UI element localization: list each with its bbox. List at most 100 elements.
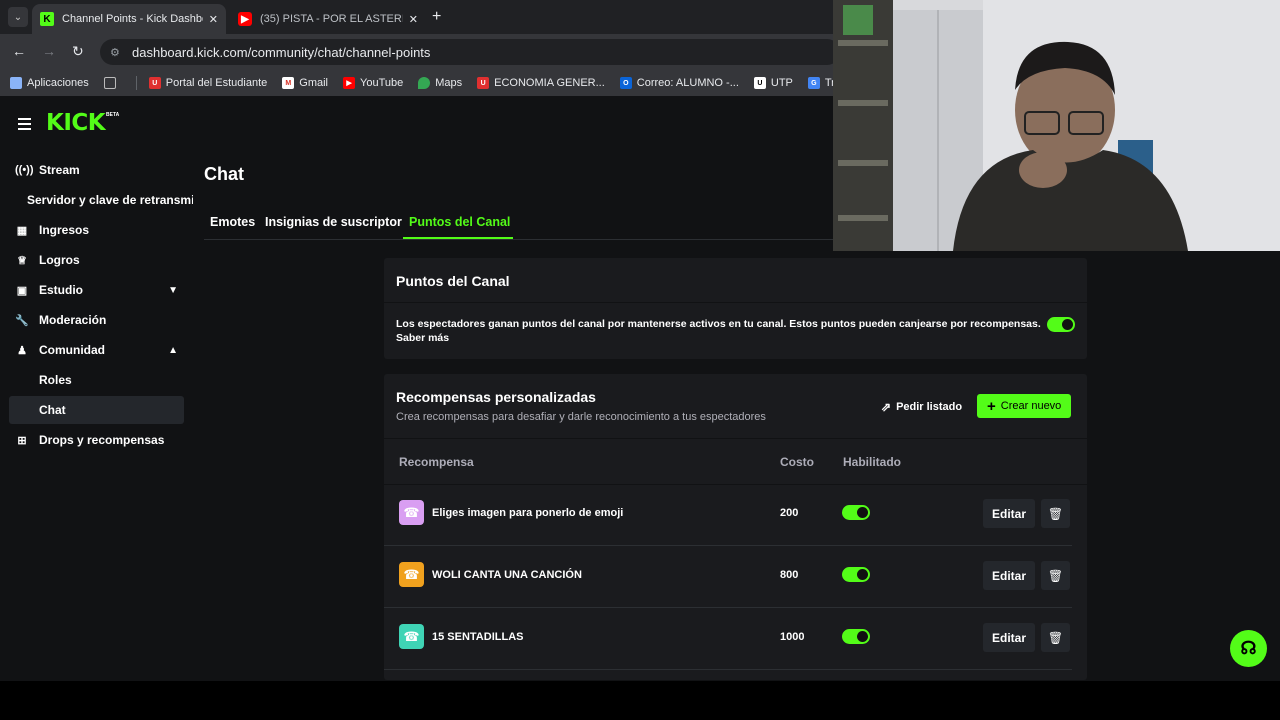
- bottom-black-bar: [0, 681, 1280, 720]
- edit-button[interactable]: Editar: [983, 623, 1035, 652]
- edit-button[interactable]: Editar: [983, 561, 1035, 590]
- forward-icon[interactable]: →: [42, 43, 56, 59]
- sidebar-item-ingresos[interactable]: ▦ Ingresos: [9, 216, 184, 244]
- bookmark-label: Aplicaciones: [27, 77, 89, 89]
- community-icon: ♟: [17, 344, 27, 357]
- reward-cost: 200: [780, 507, 799, 519]
- bookmark-label: UTP: [770, 77, 793, 89]
- card-divider: [384, 302, 1087, 303]
- sidebar-item-chat[interactable]: Chat: [9, 396, 184, 424]
- sidebar-item-label: Moderación: [39, 313, 107, 327]
- browser-tab[interactable]: ▶ (35) PISTA - POR EL ASTERISCO ✕: [230, 4, 426, 34]
- table-row: ☎ 15 SENTADILLAS 1000 Editar 🗑: [384, 608, 1087, 670]
- edit-button[interactable]: Editar: [983, 499, 1035, 528]
- utp-icon: U: [753, 77, 766, 89]
- chevron-up-icon[interactable]: ▲: [168, 345, 178, 356]
- youtube-favicon-icon: ▶: [238, 12, 252, 26]
- trophy-icon: ♕: [17, 254, 27, 267]
- bookmark-portal[interactable]: U Portal del Estudiante: [148, 77, 268, 89]
- browser-tab-active[interactable]: K Channel Points - Kick Dashboard ✕: [32, 4, 226, 34]
- tab-title: (35) PISTA - POR EL ASTERISCO: [260, 13, 403, 25]
- bookmark-maps[interactable]: Maps: [418, 77, 462, 89]
- sidebar-item-roles[interactable]: Roles: [9, 366, 184, 394]
- sidebar-item-moderacion[interactable]: 🔧 Moderación: [9, 306, 184, 334]
- grid-icon: [103, 77, 116, 89]
- tab-title: Channel Points - Kick Dashboard: [62, 13, 203, 25]
- wrench-icon: 🔧: [15, 314, 29, 327]
- reward-enabled-toggle[interactable]: [842, 567, 870, 582]
- points-description: Los espectadores ganan puntos del canal …: [396, 317, 1056, 345]
- bookmark-utp[interactable]: U UTP: [753, 77, 793, 89]
- request-list-button[interactable]: ⇗ Pedir listado: [881, 400, 962, 414]
- bookmark-apps[interactable]: Aplicaciones: [10, 77, 89, 89]
- learn-more-link[interactable]: Saber más: [396, 332, 449, 344]
- reload-icon[interactable]: ↻: [72, 43, 84, 60]
- translate-icon: G: [807, 77, 820, 89]
- tab-close-icon[interactable]: ✕: [409, 13, 418, 26]
- channel-points-toggle[interactable]: [1047, 317, 1075, 332]
- tab-search-icon[interactable]: ⌄: [8, 7, 28, 27]
- trash-icon[interactable]: 🗑: [1041, 561, 1070, 590]
- bookmark-label: Correo: ALUMNO -...: [636, 77, 739, 89]
- bookmark-gmail[interactable]: M Gmail: [282, 77, 328, 89]
- bookmark-label: Portal del Estudiante: [165, 77, 268, 89]
- page-tabs: Emotes Insignias de suscriptor Puntos de…: [204, 211, 833, 240]
- active-tab-indicator: [403, 237, 513, 239]
- kick-favicon-icon: K: [40, 12, 54, 26]
- sidebar-item-label: Estudio: [39, 283, 83, 297]
- site-info-icon[interactable]: ⚙: [110, 46, 124, 59]
- bookmark-youtube[interactable]: ▶ YouTube: [343, 77, 403, 89]
- tab-close-icon[interactable]: ✕: [209, 13, 218, 26]
- card-divider: [384, 438, 1087, 439]
- trash-icon[interactable]: 🗑: [1041, 499, 1070, 528]
- row-divider: [384, 669, 1072, 670]
- card-title: Recompensas personalizadas: [396, 389, 596, 405]
- menu-icon[interactable]: [18, 118, 31, 133]
- reward-name: Eliges imagen para ponerlo de emoji: [432, 507, 624, 519]
- back-icon[interactable]: ←: [12, 43, 26, 59]
- tab-insignias[interactable]: Insignias de suscriptor: [265, 215, 402, 229]
- bookmark-economia[interactable]: U ECONOMIA GENER...: [477, 77, 605, 89]
- sidebar-item-label: Logros: [39, 253, 80, 267]
- sidebar-item-stream[interactable]: ((•)) Stream: [9, 156, 184, 184]
- new-tab-icon[interactable]: +: [432, 8, 441, 26]
- webcam-overlay: [833, 0, 1280, 251]
- url-text: dashboard.kick.com/community/chat/channe…: [132, 44, 431, 60]
- sidebar-item-label: Comunidad: [39, 343, 105, 357]
- address-bar[interactable]: ⚙ dashboard.kick.com/community/chat/chan…: [100, 39, 840, 65]
- kick-logo[interactable]: KICK: [46, 110, 106, 136]
- reward-icon: ☎: [399, 500, 424, 525]
- bookmark-label: Maps: [435, 77, 463, 89]
- tab-puntos-del-canal[interactable]: Puntos del Canal: [409, 215, 510, 229]
- sidebar-item-label: Ingresos: [39, 223, 90, 237]
- beta-badge: BETA: [106, 112, 120, 118]
- youtube-icon: ▶: [343, 77, 356, 89]
- column-header-reward: Recompensa: [399, 455, 474, 469]
- table-row: ☎ WOLI CANTA UNA CANCIÓN 800 Editar 🗑: [384, 546, 1087, 608]
- sidebar-item-server-key[interactable]: Servidor y clave de retransmisión: [27, 186, 193, 214]
- description-text: Los espectadores ganan puntos del canal …: [396, 318, 1041, 330]
- sidebar-item-label: Roles: [39, 373, 72, 387]
- reward-enabled-toggle[interactable]: [842, 505, 870, 520]
- bookmark-grid[interactable]: [103, 77, 121, 89]
- sidebar-item-logros[interactable]: ♕ Logros: [9, 246, 184, 274]
- trash-icon[interactable]: 🗑: [1041, 623, 1070, 652]
- support-chat-icon[interactable]: ☊: [1230, 630, 1267, 667]
- reward-icon: ☎: [399, 562, 424, 587]
- create-new-button[interactable]: + Crear nuevo: [977, 394, 1072, 418]
- bookmark-label: YouTube: [360, 77, 404, 89]
- reward-enabled-toggle[interactable]: [842, 629, 870, 644]
- sidebar-item-estudio[interactable]: ▣ Estudio ▼: [9, 276, 184, 304]
- page-title: Chat: [204, 164, 244, 184]
- sidebar-item-comunidad[interactable]: ♟ Comunidad ▲: [9, 336, 184, 364]
- sidebar-item-drops[interactable]: ⊞ Drops y recompensas: [9, 426, 184, 454]
- broadcast-icon: ((•)): [15, 164, 34, 176]
- tab-emotes[interactable]: Emotes: [210, 215, 255, 229]
- sidebar-item-label: Stream: [39, 163, 80, 177]
- external-link-icon: ⇗: [881, 400, 892, 414]
- bookmark-correo[interactable]: O Correo: ALUMNO -...: [619, 77, 739, 89]
- reward-name: 15 SENTADILLAS: [432, 631, 524, 643]
- bookmark-label: ECONOMIA GENER...: [494, 77, 605, 89]
- chevron-down-icon[interactable]: ▼: [168, 285, 178, 296]
- reward-icon: ☎: [399, 624, 424, 649]
